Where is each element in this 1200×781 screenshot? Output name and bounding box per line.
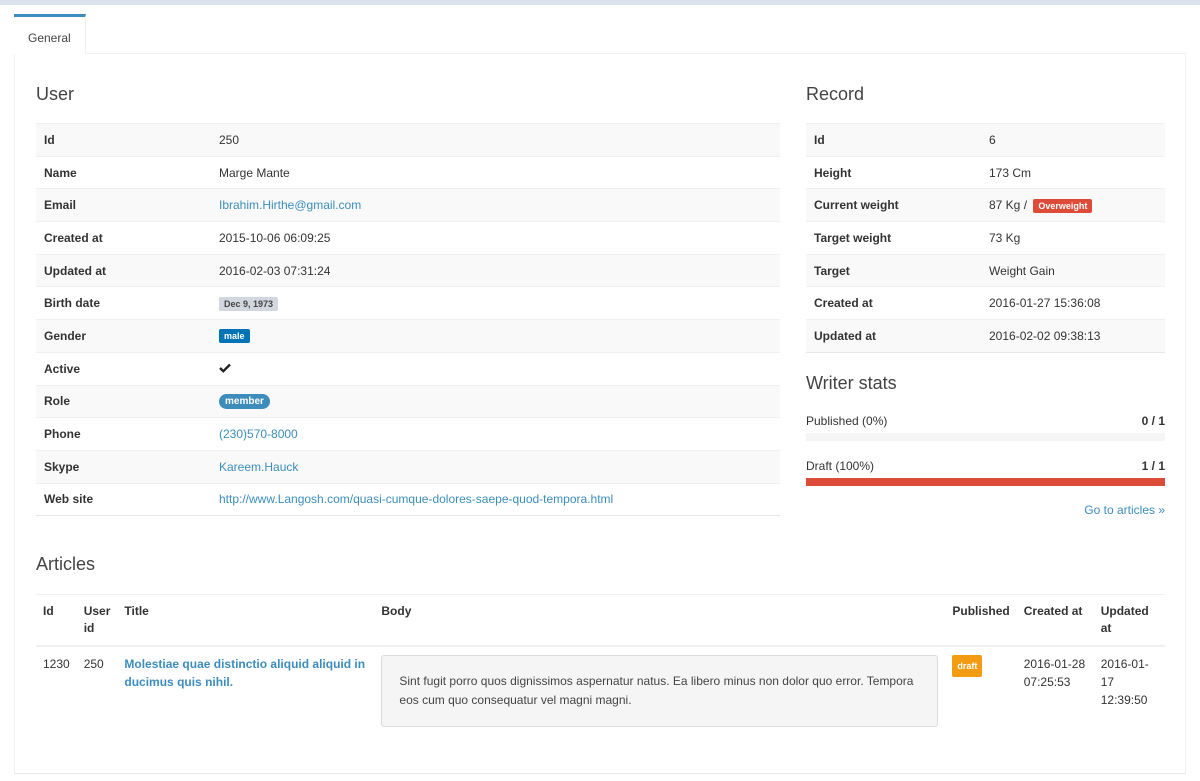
user-key: Web site [36,482,211,517]
col-header-id[interactable]: Id [36,594,77,647]
record-key: Id [806,123,981,157]
article-id: 1230 [43,657,70,671]
top-border [0,0,1200,5]
user-table: Id 250 Name Marge Mante Email Ibrahim.Hi… [36,123,780,517]
user-row-phone: Phone (230)570-8000 [36,417,780,451]
gender-badge: male [219,329,250,344]
user-key: Created at [36,221,211,255]
record-key: Target weight [806,221,981,255]
published-progress-bar [806,433,1165,441]
draft-stat: Draft (100%) 1 / 1 [806,459,1165,486]
draft-label: Draft (100%) [806,459,875,473]
published-status-badge: draft [952,655,983,677]
draft-progress-fill [806,478,1165,486]
user-key: Phone [36,417,211,451]
record-row-target: Target Weight Gain [806,253,1165,287]
target-weight-value: 73 Kg [981,221,1165,255]
check-icon [219,362,231,373]
col-header-updated-at[interactable]: Updated at [1093,594,1165,647]
user-key: Skype [36,449,211,484]
page: General User Id 250 Name Marge Mante Ema… [0,0,1200,781]
col-header-published[interactable]: Published [945,594,1017,647]
record-key: Created at [806,286,981,320]
draft-count: 1 / 1 [1141,459,1165,473]
published-stat: Published (0%) 0 / 1 [806,414,1165,441]
website-link[interactable]: http://www.Langosh.com/quasi-cumque-dolo… [219,492,613,506]
article-body: Sint fugit porro quos dignissimos aspern… [381,655,939,727]
user-key: Email [36,188,211,222]
user-row-name: Name Marge Mante [36,155,780,189]
record-key: Target [806,253,981,287]
record-section-title: Record [806,84,865,104]
user-key: Role [36,384,211,418]
record-height-value: 173 Cm [981,155,1165,189]
article-updated-at: 2016-01-17 12:39:50 [1100,657,1149,707]
email-link[interactable]: Ibrahim.Hirthe@gmail.com [219,198,361,212]
draft-progress-bar [806,478,1165,486]
user-section-title: User [36,84,75,104]
role-badge: member [219,394,270,410]
articles-section-title: Articles [36,554,96,574]
record-key: Height [806,155,981,189]
user-key: Birth date [36,286,211,320]
target-value: Weight Gain [981,253,1165,287]
record-table: Id 6 Height 173 Cm Current weight 87 Kg … [806,123,1165,353]
record-row-height: Height 173 Cm [806,155,1165,189]
skype-link[interactable]: Kareem.Hauck [219,460,298,474]
col-header-body[interactable]: Body [374,594,946,647]
birth-date-badge: Dec 9, 1973 [219,296,279,311]
user-row-gender: Gender male [36,319,780,353]
col-header-created-at[interactable]: Created at [1016,594,1094,647]
articles-table: Id User id Title Body Published Created … [36,594,1165,735]
published-label: Published (0%) [806,414,888,428]
record-row-target-weight: Target weight 73 Kg [806,221,1165,255]
user-updated-value: 2016-02-03 07:31:24 [211,253,780,287]
record-created-value: 2016-01-27 15:36:08 [981,286,1165,320]
phone-link[interactable]: (230)570-8000 [219,427,298,441]
user-row-birth: Birth date Dec 9, 1973 [36,286,780,320]
user-row-updated: Updated at 2016-02-03 07:31:24 [36,253,780,287]
user-row-created: Created at 2015-10-06 06:09:25 [36,221,780,255]
user-key: Active [36,351,211,385]
user-key: Id [36,123,211,157]
user-row-email: Email Ibrahim.Hirthe@gmail.com [36,188,780,222]
article-user-id: 250 [83,657,104,671]
user-row-website: Web site http://www.Langosh.com/quasi-cu… [36,482,780,517]
article-created-at: 2016-01-28 07:25:53 [1023,657,1086,689]
user-row-active: Active [36,351,780,385]
user-name-value: Marge Mante [211,155,780,189]
record-key: Current weight [806,188,981,222]
tab-bar: General [14,14,1186,54]
user-created-value: 2015-10-06 06:09:25 [211,221,780,255]
current-weight-value: 87 Kg / [989,197,1028,212]
record-row-id: Id 6 [806,123,1165,157]
user-key: Updated at [36,253,211,287]
tab-general[interactable]: General [14,14,86,54]
record-row-created: Created at 2016-01-27 15:36:08 [806,286,1165,320]
user-key: Name [36,155,211,189]
user-row-role: Role member [36,384,780,418]
record-updated-value: 2016-02-02 09:38:13 [981,319,1165,353]
record-id-value: 6 [981,123,1165,157]
user-row-id: Id 250 [36,123,780,157]
record-key: Updated at [806,319,981,353]
table-row: 1230 250 Molestiae quae distinctio aliqu… [36,646,1165,735]
user-key: Gender [36,319,211,353]
user-id-value: 250 [211,123,780,157]
col-header-title[interactable]: Title [117,594,375,647]
go-to-articles-link[interactable]: Go to articles » [1040,503,1165,517]
writer-stats-title: Writer stats [806,373,897,393]
record-row-current-weight: Current weight 87 Kg / Overweight [806,188,1165,222]
published-count: 0 / 1 [1141,414,1165,428]
record-row-updated: Updated at 2016-02-02 09:38:13 [806,319,1165,353]
overweight-badge: Overweight [1033,198,1093,213]
articles-header-row: Id User id Title Body Published Created … [36,594,1165,647]
article-title-link[interactable]: Molestiae quae distinctio aliquid aliqui… [124,657,365,689]
col-header-user-id[interactable]: User id [76,594,118,647]
user-row-skype: Skype Kareem.Hauck [36,449,780,484]
